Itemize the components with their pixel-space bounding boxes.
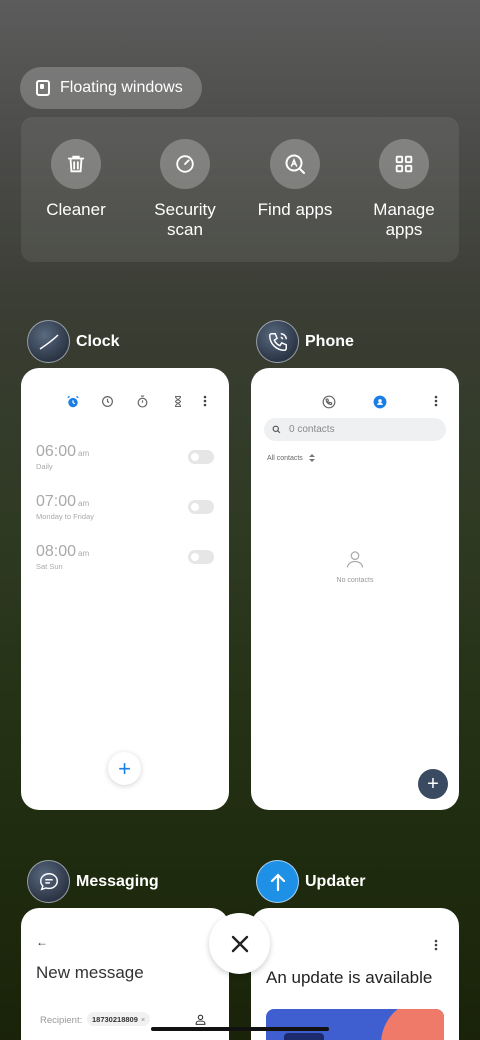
messaging-app-icon [27, 860, 70, 903]
more-menu-icon[interactable] [434, 938, 438, 956]
manage-apps-label-line2: apps [385, 220, 423, 239]
grid-icon [379, 139, 429, 189]
security-scan-label-line2: scan [167, 220, 203, 239]
alarm-item[interactable]: 06:00 am Daily [36, 443, 89, 471]
alarm-time: 08:00 [36, 543, 77, 560]
security-scan-icon [160, 139, 210, 189]
remove-recipient-icon[interactable]: × [141, 1015, 145, 1024]
more-menu-icon[interactable] [434, 395, 438, 407]
contacts-search-input[interactable]: 0 contacts [264, 418, 446, 441]
phone-app-card[interactable]: 0 contacts All contacts No contacts + [251, 368, 459, 810]
call-log-tab-icon[interactable] [322, 395, 336, 409]
clock-app-name: Clock [76, 332, 120, 350]
updater-app-name: Updater [305, 872, 366, 890]
contacts-tab-icon[interactable] [373, 395, 387, 409]
security-scan-label-line1: Security [154, 200, 216, 219]
alarm-time: 06:00 [36, 443, 77, 460]
floating-windows-button[interactable]: Floating windows [20, 67, 202, 109]
home-indicator[interactable] [151, 1027, 329, 1031]
messaging-app-card[interactable]: ← New message Recipient: 18730218809 × [21, 908, 229, 1040]
alarm-time: 07:00 [36, 493, 77, 510]
alarm-ampm: am [78, 449, 90, 458]
cleaner-button[interactable]: Cleaner [21, 139, 131, 220]
back-arrow-icon[interactable]: ← [36, 935, 48, 949]
clock-app-header[interactable]: Clock [27, 320, 120, 363]
alarm-repeat: Sat Sun [36, 562, 63, 571]
add-contact-button[interactable]: + [418, 769, 448, 799]
alarm-repeat: Monday to Friday [36, 512, 94, 521]
alarm-ampm: am [78, 549, 90, 558]
cleaner-label: Cleaner [46, 200, 106, 219]
alarm-item[interactable]: 07:00 am Monday to Friday [36, 493, 94, 521]
alarm-toggle[interactable] [188, 550, 214, 564]
find-apps-label: Find apps [257, 200, 333, 219]
find-apps-icon [270, 139, 320, 189]
empty-contacts-icon [345, 549, 365, 574]
alarm-repeat: Daily [36, 462, 53, 471]
contacts-filter-label: All contacts [267, 454, 303, 462]
manage-apps-button[interactable]: Manage apps [349, 139, 459, 240]
contacts-filter-dropdown[interactable]: All contacts [267, 454, 315, 462]
clock-app-card[interactable]: 06:00 am Daily 07:00 am Monday to Friday 0… [21, 368, 229, 810]
alarm-tab-icon[interactable] [66, 395, 80, 409]
stopwatch-tab-icon[interactable] [136, 395, 149, 408]
world-clock-tab-icon[interactable] [101, 395, 114, 408]
phone-app-icon [256, 320, 299, 363]
trash-icon [51, 139, 101, 189]
clock-app-icon [27, 320, 70, 363]
alarm-toggle[interactable] [188, 500, 214, 514]
phone-app-name: Phone [305, 332, 354, 350]
security-scan-button[interactable]: Security scan [130, 139, 240, 240]
sort-arrows-icon [308, 454, 315, 462]
manage-apps-label-line1: Manage [373, 200, 435, 219]
more-menu-icon[interactable] [203, 395, 207, 407]
messaging-app-header[interactable]: Messaging [27, 860, 159, 903]
contacts-search-placeholder: 0 contacts [289, 424, 335, 435]
floating-window-icon [36, 80, 50, 96]
phone-app-header[interactable]: Phone [256, 320, 354, 363]
close-icon [231, 935, 248, 952]
search-icon [272, 425, 281, 434]
alarm-item[interactable]: 08:00 am Sat Sun [36, 543, 89, 571]
updater-app-header[interactable]: Updater [256, 860, 365, 903]
update-banner-image [266, 1009, 444, 1040]
update-available-title: An update is available [266, 968, 433, 987]
add-alarm-button[interactable]: + [108, 752, 141, 785]
new-message-title: New message [36, 963, 144, 982]
recipient-number: 18730218809 [92, 1014, 138, 1024]
alarm-ampm: am [78, 499, 90, 508]
recipient-label: Recipient: [40, 1015, 83, 1026]
recipient-chip[interactable]: 18730218809 × [87, 1012, 151, 1026]
empty-contacts-text: No contacts [336, 577, 374, 584]
messaging-app-name: Messaging [76, 872, 159, 890]
floating-windows-label: Floating windows [60, 79, 183, 96]
quick-tools-panel: Cleaner Security scan Find apps Manage a… [21, 117, 459, 262]
alarm-toggle[interactable] [188, 450, 214, 464]
close-all-button[interactable] [209, 913, 270, 974]
timer-tab-icon[interactable] [172, 395, 184, 408]
find-apps-button[interactable]: Find apps [240, 139, 350, 220]
updater-app-icon [256, 860, 299, 903]
updater-app-card[interactable]: An update is available [251, 908, 459, 1040]
